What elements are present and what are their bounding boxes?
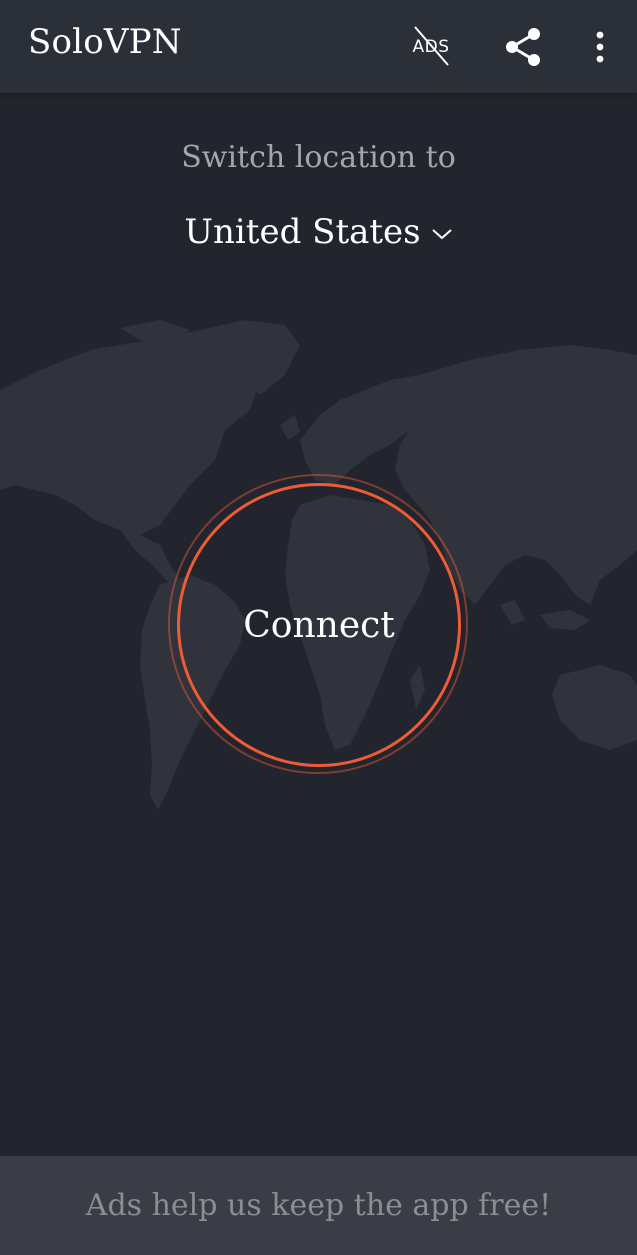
connect-control: Connect [168,474,468,774]
switch-location-label: Switch location to [181,140,456,175]
connect-button[interactable]: Connect [177,483,461,767]
app-root: SoloVPN ADS Switch location to United St… [0,0,637,1255]
selected-location: United States [184,212,421,252]
ad-banner[interactable]: Ads help us keep the app free! [0,1156,637,1255]
overflow-menu-button[interactable] [575,22,625,72]
share-icon [506,28,540,66]
more-vertical-icon [596,31,604,63]
top-app-bar: SoloVPN ADS [0,0,637,93]
no-ads-icon: ADS [406,22,456,72]
remove-ads-button[interactable]: ADS [406,22,456,72]
connect-label: Connect [243,604,395,646]
app-title: SoloVPN [28,22,182,62]
share-button[interactable] [499,22,549,72]
chevron-down-icon [431,227,453,241]
ad-banner-text: Ads help us keep the app free! [85,1188,552,1223]
location-dropdown[interactable]: United States [0,212,637,252]
